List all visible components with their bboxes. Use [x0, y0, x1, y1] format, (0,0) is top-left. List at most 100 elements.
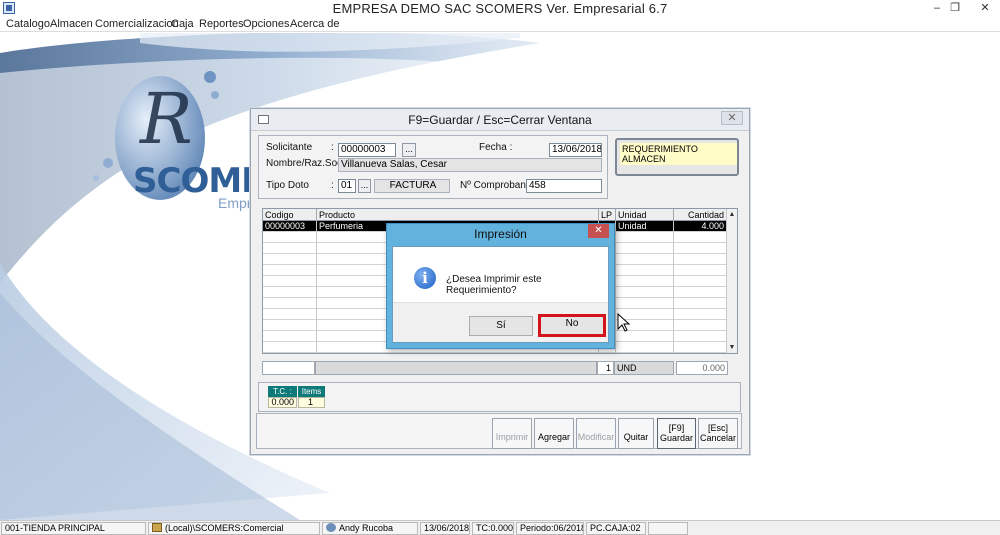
items-value: 1	[298, 397, 325, 408]
doc-type-panel: REQUERIMIENTO ALMACEN	[615, 138, 739, 176]
menu-caja[interactable]: Caja	[171, 18, 194, 30]
solicitante-field[interactable]: 00000003	[338, 143, 396, 157]
imprimir-button[interactable]: Imprimir	[492, 418, 532, 449]
status-tc: TC:0.000	[472, 522, 514, 535]
yes-button[interactable]: Sí	[469, 316, 533, 336]
dialog-close-button[interactable]: ✕	[588, 224, 609, 238]
tipo-doc-browse-button[interactable]: ...	[358, 179, 371, 193]
tc-label: T.C. :	[268, 386, 297, 397]
empty-cell	[616, 265, 674, 276]
status-periodo: Periodo:06/2018	[516, 522, 584, 535]
empty-cell	[263, 232, 317, 243]
cell-codigo: 00000003	[263, 221, 317, 232]
total-codigo-field	[262, 361, 315, 375]
menu-bar: Catalogo Almacen Comercializacion Caja R…	[0, 17, 1000, 32]
menu-almacen[interactable]: Almacen	[50, 18, 93, 30]
no-button[interactable]: No	[538, 314, 606, 337]
status-date: 13/06/2018	[420, 522, 470, 535]
fecha-field[interactable]: 13/06/2018	[549, 143, 602, 157]
total-lp-field: 1	[597, 361, 614, 375]
empty-cell	[616, 342, 674, 353]
guardar-key: [F9]	[668, 423, 685, 433]
database-icon	[152, 523, 162, 532]
scroll-up-icon[interactable]: ▲	[727, 209, 737, 220]
column-header-codigo[interactable]: Codigo	[263, 209, 317, 221]
guardar-label: Guardar	[659, 433, 694, 443]
total-producto-field	[315, 361, 597, 375]
empty-cell	[263, 320, 317, 331]
guardar-button[interactable]: [F9] Guardar	[657, 418, 696, 449]
empty-cell	[263, 243, 317, 254]
user-icon	[326, 523, 336, 532]
empty-cell	[616, 298, 674, 309]
empty-cell	[263, 254, 317, 265]
empty-cell	[263, 276, 317, 287]
empty-cell	[616, 254, 674, 265]
menu-acerca-de[interactable]: Acerca de	[290, 18, 340, 30]
total-cantidad-field: 0.000	[676, 361, 728, 375]
status-tienda: 001-TIENDA PRINCIPAL	[1, 522, 146, 535]
info-icon: i	[414, 267, 436, 289]
mouse-cursor-icon	[617, 313, 631, 332]
tipo-doc-colon: :	[331, 180, 334, 191]
menu-reportes[interactable]: Reportes	[199, 18, 244, 30]
tipo-doc-code-field[interactable]: 01	[338, 179, 356, 193]
items-label: Items	[298, 386, 325, 397]
empty-cell	[616, 232, 674, 243]
column-header-unidad[interactable]: Unidad	[616, 209, 674, 221]
quitar-button[interactable]: Quitar	[618, 418, 654, 449]
tc-panel	[258, 382, 741, 412]
column-header-cantidad[interactable]: Cantidad	[674, 209, 727, 221]
solicitante-label: Solicitante	[266, 142, 313, 153]
svg-text:R: R	[138, 78, 193, 160]
form-close-button[interactable]: ✕	[721, 111, 743, 125]
status-bar: 001-TIENDA PRINCIPAL (Local)\SCOMERS:Com…	[0, 520, 1000, 535]
empty-cell	[263, 265, 317, 276]
column-header-producto[interactable]: Producto	[317, 209, 599, 221]
status-user: Andy Rucoba	[322, 522, 418, 535]
empty-cell	[263, 342, 317, 353]
menu-opciones[interactable]: Opciones	[243, 18, 289, 30]
menu-comercializacion[interactable]: Comercializacion	[95, 18, 179, 30]
grid-scrollbar[interactable]: ▲ ▼	[726, 209, 737, 353]
form-title-bar: F9=Guardar / Esc=Cerrar Ventana ✕	[251, 109, 749, 131]
status-database: (Local)\SCOMERS:Comercial	[148, 522, 320, 535]
tipo-doc-label: Tipo Doto	[266, 180, 309, 191]
close-button[interactable]: ✕	[972, 1, 998, 15]
comprobante-field[interactable]: 458	[526, 179, 602, 193]
column-header-lp[interactable]: LP	[599, 209, 616, 221]
dialog-message: ¿Desea Imprimir este Requerimiento?	[446, 274, 542, 296]
cell-cantidad: 4.000	[674, 221, 727, 232]
menu-catalogo[interactable]: Catalogo	[6, 18, 50, 30]
doc-type-badge: REQUERIMIENTO ALMACEN	[620, 143, 737, 165]
dialog-title: Impresión	[474, 227, 527, 241]
status-caja: PC.CAJA:02	[586, 522, 646, 535]
nombre-field: Villanueva Salas, Cesar	[338, 158, 602, 172]
cancelar-button[interactable]: [Esc] Cancelar	[698, 418, 738, 449]
tipo-doc-name-field: FACTURA	[374, 179, 450, 193]
empty-cell	[263, 331, 317, 342]
total-unidad-field: UND	[614, 361, 674, 375]
maximize-button[interactable]: ❐	[942, 1, 968, 15]
solicitante-colon: :	[331, 142, 334, 153]
empty-cell	[616, 243, 674, 254]
empty-cell	[263, 309, 317, 320]
agregar-button[interactable]: Agregar	[534, 418, 574, 449]
status-extra	[648, 522, 688, 535]
empty-cell	[616, 287, 674, 298]
fecha-label: Fecha :	[479, 142, 513, 153]
empty-cell	[263, 287, 317, 298]
status-db-text: (Local)\SCOMERS:Comercial	[165, 523, 284, 533]
solicitante-browse-button[interactable]: ...	[402, 143, 416, 157]
grid-header: Codigo Producto LP Unidad Cantidad	[263, 209, 727, 221]
scroll-down-icon[interactable]: ▼	[727, 342, 737, 353]
cancelar-label: Cancelar	[699, 433, 737, 443]
cancelar-key: [Esc]	[707, 423, 728, 433]
tc-value: 0.000	[268, 397, 297, 408]
empty-cell	[263, 298, 317, 309]
cell-unidad: Unidad	[616, 221, 674, 232]
modificar-button[interactable]: Modificar	[576, 418, 616, 449]
form-title: F9=Guardar / Esc=Cerrar Ventana	[408, 113, 592, 127]
main-title-bar: EMPRESA DEMO SAC SCOMERS Ver. Empresaria…	[0, 0, 1000, 17]
window-title: EMPRESA DEMO SAC SCOMERS Ver. Empresaria…	[332, 1, 668, 16]
